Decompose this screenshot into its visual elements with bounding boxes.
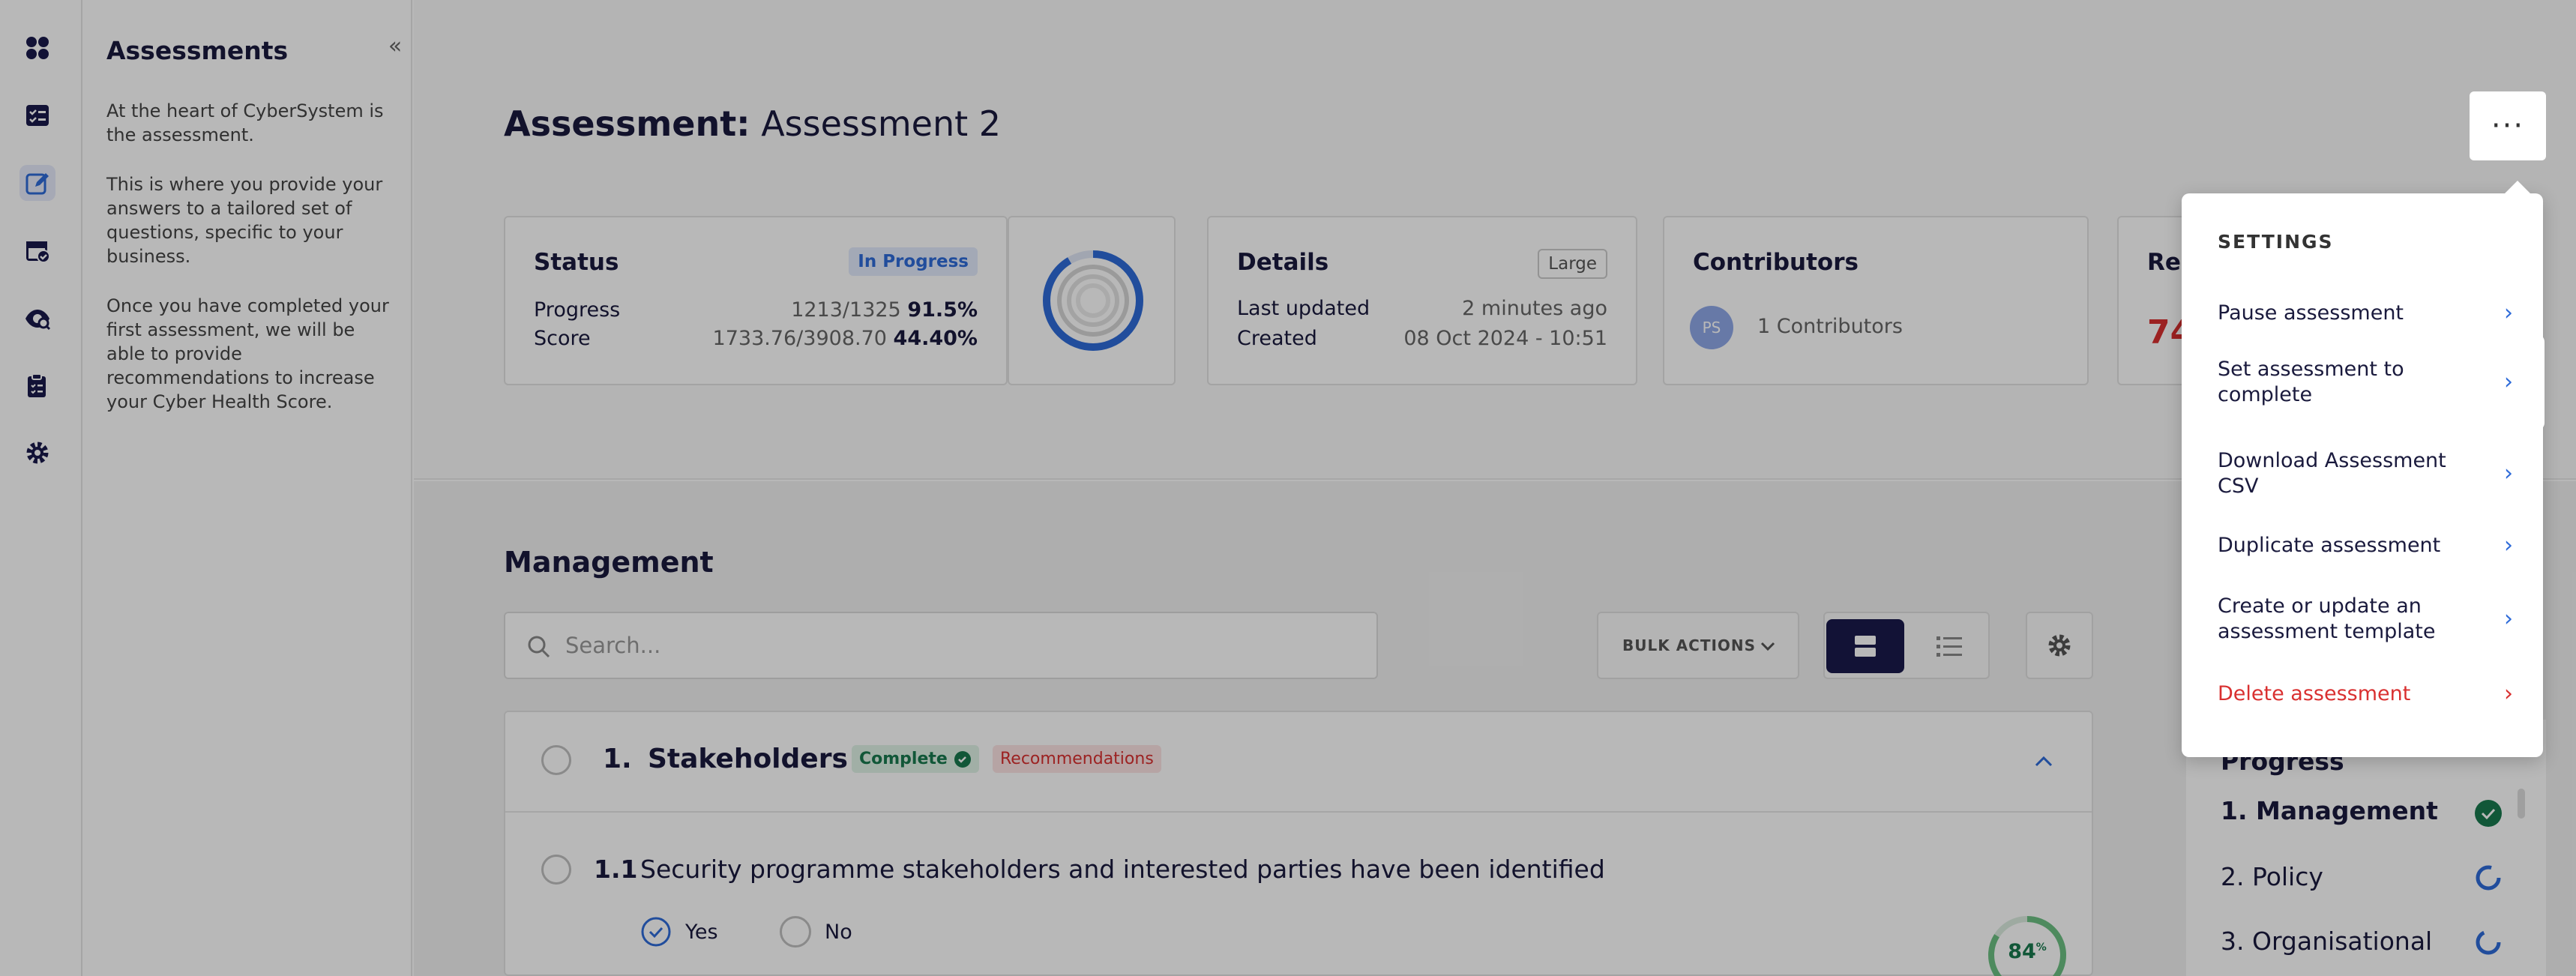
menu-heading: SETTINGS	[2218, 231, 2334, 253]
menu-item-duplicate-label: Duplicate assessment	[2218, 534, 2441, 557]
menu-item-set-complete[interactable]: Set assessment to complete ›	[2186, 336, 2543, 429]
chevron-right-icon: ›	[2504, 606, 2513, 632]
chevron-right-icon: ›	[2504, 532, 2513, 558]
chevron-right-icon: ›	[2504, 300, 2513, 326]
menu-item-template[interactable]: Create or update an assessment template ›	[2186, 576, 2543, 663]
menu-item-delete-label: Delete assessment	[2218, 682, 2411, 705]
menu-item-delete[interactable]: Delete assessment ›	[2186, 664, 2543, 724]
menu-item-set-complete-label: Set assessment to complete	[2218, 358, 2404, 406]
menu-item-duplicate[interactable]: Duplicate assessment ›	[2186, 517, 2543, 574]
menu-item-pause[interactable]: Pause assessment ›	[2186, 292, 2543, 334]
settings-menu: SETTINGS Pause assessment › Set assessmen…	[2182, 181, 2543, 757]
chevron-right-icon: ›	[2504, 681, 2513, 707]
menu-item-template-label: Create or update an assessment template	[2218, 594, 2436, 643]
menu-item-download-csv-label: Download Assessment CSV	[2218, 449, 2446, 498]
chevron-right-icon: ›	[2504, 369, 2513, 395]
chevron-right-icon: ›	[2504, 460, 2513, 487]
menu-item-pause-label: Pause assessment	[2218, 301, 2404, 325]
menu-item-download-csv[interactable]: Download Assessment CSV ›	[2186, 430, 2543, 517]
more-options-button[interactable]: ···	[2470, 91, 2546, 160]
